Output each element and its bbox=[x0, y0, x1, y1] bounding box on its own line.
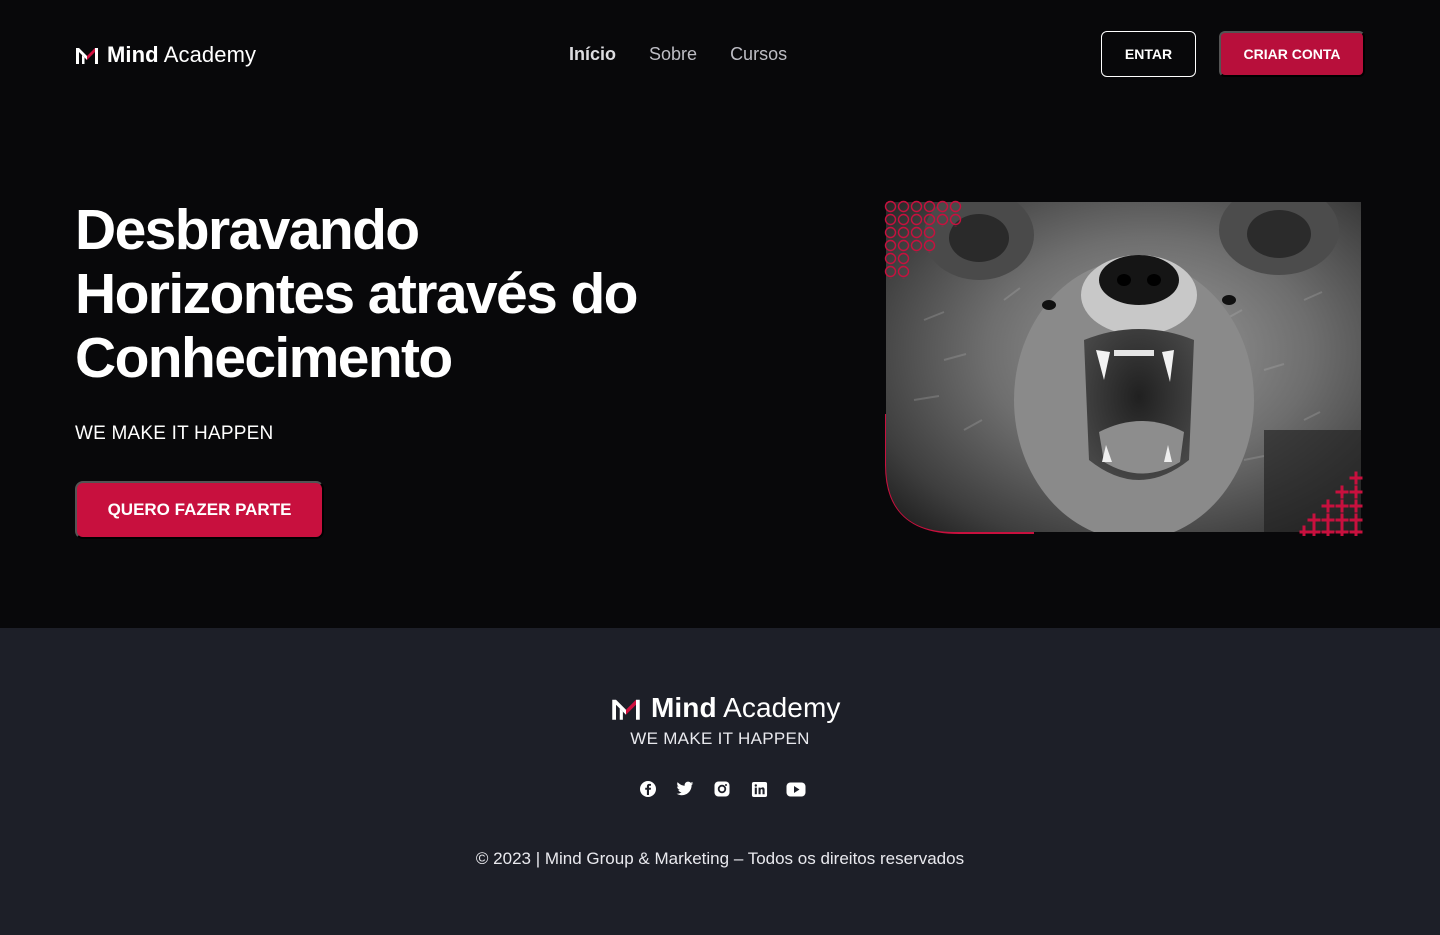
nav-cursos[interactable]: Cursos bbox=[730, 44, 787, 65]
linkedin-icon[interactable] bbox=[749, 779, 769, 799]
main-nav: Início Sobre Cursos bbox=[569, 44, 787, 65]
bear-photo bbox=[886, 202, 1361, 532]
copyright-text: © 2023 | Mind Group & Marketing – Todos … bbox=[475, 849, 965, 868]
footer-tagline: WE MAKE IT HAPPEN bbox=[630, 729, 810, 748]
footer-brand-name: Mind Academy bbox=[651, 692, 840, 724]
nav-inicio[interactable]: Início bbox=[569, 44, 616, 65]
hero-image bbox=[884, 200, 1363, 536]
signup-button[interactable]: CRIAR CONTA bbox=[1219, 31, 1365, 77]
brand-name: Mind Academy bbox=[107, 42, 256, 68]
footer-brand-bold: Mind bbox=[651, 692, 717, 723]
login-button[interactable]: ENTAR bbox=[1101, 31, 1196, 77]
footer-brand-logo[interactable]: Mind Academy bbox=[611, 692, 840, 724]
brand-name-light: Academy bbox=[163, 42, 257, 67]
youtube-icon[interactable] bbox=[786, 779, 806, 799]
nav-sobre[interactable]: Sobre bbox=[649, 44, 697, 65]
join-cta-button[interactable]: QUERO FAZER PARTE bbox=[75, 481, 324, 539]
hero-section: Mind Academy Início Sobre Cursos ENTAR C… bbox=[0, 0, 1440, 628]
mind-logo-icon bbox=[76, 48, 98, 64]
social-links bbox=[638, 779, 806, 799]
top-navbar: Mind Academy Início Sobre Cursos ENTAR C… bbox=[0, 0, 1440, 110]
instagram-icon[interactable] bbox=[712, 779, 732, 799]
hero-headline: Desbravando Horizontes através do Conhec… bbox=[75, 198, 639, 390]
brand-logo[interactable]: Mind Academy bbox=[75, 42, 256, 68]
footer-brand-light: Academy bbox=[723, 692, 841, 723]
mind-logo-icon bbox=[612, 699, 640, 720]
twitter-icon[interactable] bbox=[675, 779, 695, 799]
facebook-icon[interactable] bbox=[638, 779, 658, 799]
hero-tagline: WE MAKE IT HAPPEN bbox=[75, 423, 274, 444]
brand-name-bold: Mind bbox=[107, 42, 159, 67]
